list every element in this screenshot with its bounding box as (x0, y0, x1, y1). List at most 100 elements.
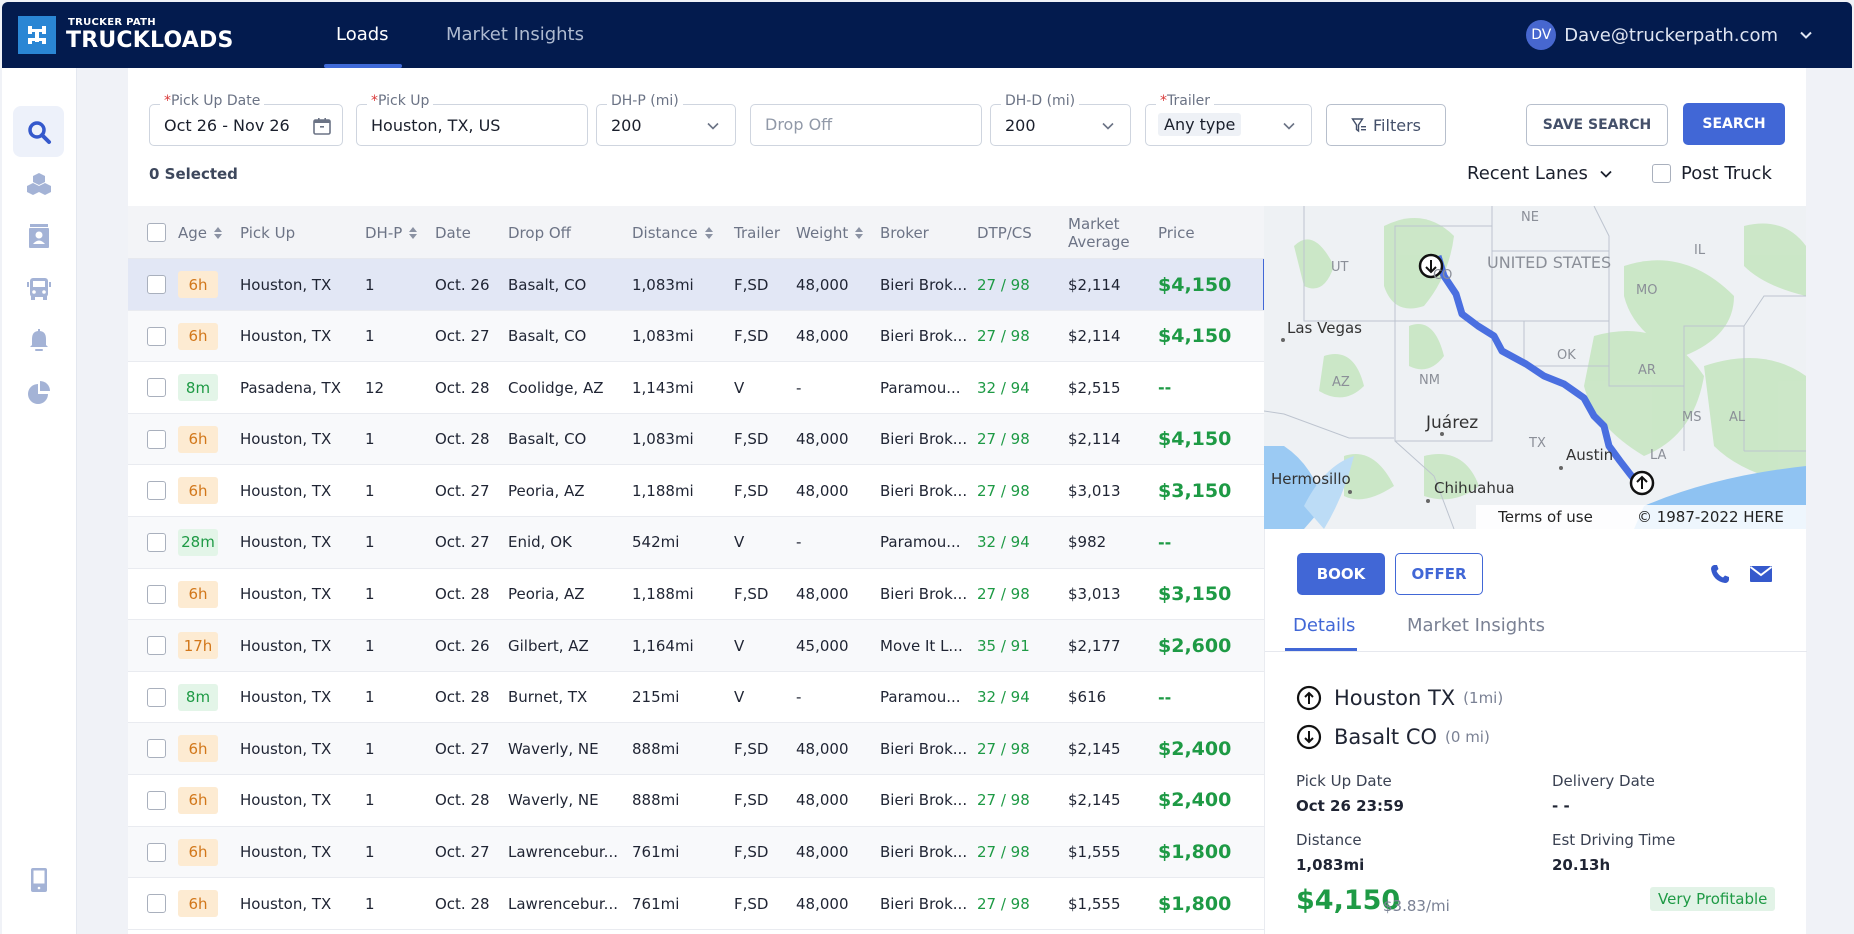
row-checkbox-cell[interactable] (147, 569, 166, 620)
row-checkbox-cell[interactable] (147, 827, 166, 878)
active-detail-tab-indicator (1285, 648, 1357, 651)
row-checkbox-cell[interactable] (147, 465, 166, 516)
detail-tab-market-insights[interactable]: Market Insights (1407, 615, 1545, 636)
table-row[interactable]: 6h Houston, TX 1 Oct. 28 Basalt, CO 1,083mi F,… (128, 413, 1264, 466)
trailer-cell: F,SD (734, 327, 769, 346)
offer-button[interactable]: OFFER (1395, 553, 1483, 595)
market-average-cell: $616 (1068, 688, 1107, 707)
table-row[interactable]: 17h Houston, TX 1 Oct. 26 Gilbert, AZ 1,164mi… (128, 620, 1264, 672)
detail-tab-details[interactable]: Details (1293, 615, 1355, 636)
nav-tab-market-insights[interactable]: Market Insights (446, 24, 584, 45)
table-row[interactable]: 28m Houston, TX 1 Oct. 27 Enid, OK 542mi V - Par… (128, 516, 1264, 569)
table-row[interactable]: 6h Houston, TX 1 Oct. 27 Waverly, NE 888mi F,S… (128, 723, 1264, 775)
post-truck-label: Post Truck (1681, 163, 1772, 184)
row-checkbox-cell[interactable] (147, 620, 166, 671)
row-checkbox[interactable] (147, 429, 166, 449)
trailer-value: Any type (1158, 113, 1242, 136)
recent-lanes-dropdown[interactable]: Recent Lanes (1467, 163, 1614, 184)
post-truck-checkbox[interactable] (1652, 164, 1671, 183)
dtp-cs-cell: 27 / 98 (977, 894, 1030, 913)
search-button[interactable]: SEARCH (1683, 103, 1785, 145)
phone-icon[interactable] (1709, 563, 1731, 585)
row-checkbox[interactable] (147, 326, 166, 346)
table-row[interactable]: 6h Houston, TX 1 Oct. 28 Waverly, NE 888mi F,S… (128, 775, 1264, 827)
row-checkbox[interactable] (147, 687, 166, 707)
row-checkbox-cell[interactable] (147, 311, 166, 362)
table-row[interactable]: 6h Houston, TX 1 Oct. 28 Lawrencebur... 761mi… (128, 878, 1264, 930)
chevron-down-icon (707, 122, 719, 130)
pickup-marker[interactable] (1629, 470, 1655, 496)
save-search-button[interactable]: SAVE SEARCH (1526, 104, 1668, 146)
sidebar-item-trucks[interactable] (13, 262, 64, 313)
pickup-date-field[interactable]: *Pick Up Date Oct 26 - Nov 26 (149, 93, 343, 146)
table-row[interactable]: 6h Houston, TX 1 Oct. 27 Peoria, AZ 1,188mi F,… (128, 465, 1264, 517)
row-checkbox-cell[interactable] (147, 259, 166, 310)
dh-p-cell: 1 (365, 791, 375, 810)
date-cell: Oct. 27 (435, 843, 490, 862)
column-header-age[interactable]: Age (178, 206, 223, 259)
price-cell: $4,150 (1158, 428, 1232, 451)
weight-cell: 45,000 (796, 636, 849, 655)
sidebar-item-reports[interactable] (13, 366, 64, 417)
column-header-dh-p[interactable]: DH-P (365, 206, 418, 259)
price-cell: $1,800 (1158, 841, 1232, 864)
dh-d-select[interactable]: DH-D (mi) 200 (990, 93, 1131, 146)
sidebar-item-search[interactable] (13, 106, 64, 157)
column-header-weight[interactable]: Weight (796, 206, 864, 259)
truckloads-logo-icon[interactable] (18, 16, 56, 54)
row-checkbox-cell[interactable] (147, 414, 166, 465)
select-all-checkbox-cell[interactable] (147, 206, 166, 259)
row-checkbox[interactable] (147, 481, 166, 501)
table-row[interactable]: 6h Houston, TX 1 Oct. 26 Basalt, CO 1,083mi F,… (128, 259, 1266, 311)
row-checkbox[interactable] (147, 842, 166, 862)
book-button[interactable]: BOOK (1297, 553, 1385, 595)
column-header-distance[interactable]: Distance (632, 206, 714, 259)
date-cell: Oct. 27 (435, 739, 490, 758)
mail-icon[interactable] (1749, 563, 1773, 585)
table-row[interactable]: 8m Pasadena, TX 12 Oct. 28 Coolidge, AZ 1,143… (128, 362, 1264, 414)
sidebar-item-loads[interactable] (13, 158, 64, 209)
post-truck-toggle[interactable]: Post Truck (1652, 163, 1772, 184)
sidebar-item-contacts[interactable] (13, 210, 64, 261)
row-checkbox-cell[interactable] (147, 672, 166, 723)
row-checkbox[interactable] (147, 275, 166, 294)
driving-time-value: 20.13h (1552, 856, 1611, 874)
route-map[interactable]: NE UT CO UNITED STATES IL MO Las Vegas O… (1264, 206, 1806, 529)
table-row[interactable]: 8m Houston, TX 1 Oct. 28 Burnet, TX 215mi V - Pa… (128, 672, 1264, 724)
row-checkbox-cell[interactable] (147, 723, 166, 774)
table-row[interactable]: 6h Houston, TX 1 Oct. 27 Basalt, CO 1,083mi F,… (128, 310, 1264, 363)
row-checkbox[interactable] (147, 584, 166, 604)
terms-of-use-link[interactable]: Terms of use (1498, 508, 1593, 526)
nav-tab-loads[interactable]: Loads (336, 24, 389, 45)
dropoff-field[interactable]: Drop Off (750, 104, 982, 146)
row-checkbox[interactable] (147, 894, 166, 914)
distance-cell: 1,188mi (632, 481, 694, 500)
table-row[interactable]: 6h Houston, TX 1 Oct. 27 Lawrencebur... 761mi… (128, 826, 1264, 879)
row-checkbox[interactable] (147, 790, 166, 810)
trailer-select[interactable]: *Trailer Any type (1145, 93, 1312, 146)
row-checkbox-cell[interactable] (147, 517, 166, 568)
sidebar-item-alerts[interactable] (13, 314, 64, 365)
dropoff-cell: Waverly, NE (508, 739, 599, 758)
map-label-al: AL (1729, 410, 1746, 425)
filters-button[interactable]: Filters (1326, 104, 1446, 146)
row-checkbox[interactable] (147, 378, 166, 398)
table-row[interactable]: 6h Houston, TX 1 Oct. 28 Peoria, AZ 1,188mi F,… (128, 569, 1264, 621)
dtp-cs-cell: 27 / 98 (977, 739, 1030, 758)
pickup-date-value: Oct 26 23:59 (1296, 797, 1404, 815)
select-all-checkbox[interactable] (147, 223, 166, 242)
row-checkbox[interactable] (147, 532, 166, 552)
calendar-icon[interactable] (312, 116, 332, 136)
dh-p-select[interactable]: DH-P (mi) 200 (596, 93, 736, 146)
map-canvas[interactable]: NE UT CO UNITED STATES IL MO Las Vegas O… (1264, 206, 1806, 529)
row-checkbox-cell[interactable] (147, 775, 166, 826)
user-menu[interactable]: DV Dave@truckerpath.com (1526, 20, 1814, 50)
row-checkbox-cell[interactable] (147, 878, 166, 929)
sidebar-item-mobile-app[interactable] (13, 854, 64, 905)
price-cell: -- (1158, 378, 1172, 398)
price-cell: $2,400 (1158, 737, 1232, 760)
row-checkbox[interactable] (147, 739, 166, 759)
pickup-location-field[interactable]: *Pick Up Houston, TX, US (356, 93, 588, 146)
row-checkbox[interactable] (147, 636, 166, 656)
row-checkbox-cell[interactable] (147, 362, 166, 413)
